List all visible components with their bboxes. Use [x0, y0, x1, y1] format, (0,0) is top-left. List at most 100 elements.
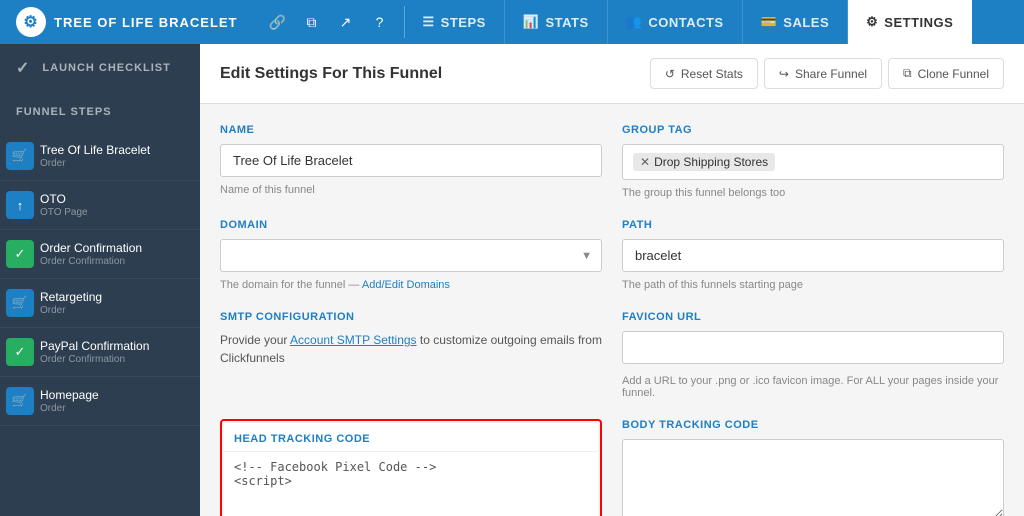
sidebar-item-icon-col: ↑: [0, 191, 40, 219]
app-logo: ⚙ TREE OF LIFE BRACELET: [0, 7, 254, 37]
sidebar-item-order-confirmation[interactable]: ✓ Order Confirmation Order Confirmation: [0, 230, 200, 279]
group-tag-box[interactable]: ✕ Drop Shipping Stores: [622, 144, 1004, 180]
share-icon: ↪: [779, 67, 789, 81]
funnel-steps-label: FUNNEL STEPS: [16, 106, 112, 118]
sidebar-item-oto[interactable]: ↑ OTO OTO Page: [0, 181, 200, 230]
tab-sales[interactable]: 💳 SALES: [743, 0, 849, 44]
path-hint: The path of this funnels starting page: [622, 279, 1004, 291]
smtp-section: SMTP CONFIGURATION Provide your Account …: [220, 311, 602, 399]
head-tracking-section: HEAD TRACKING CODE <!-- Facebook Pixel C…: [220, 419, 602, 516]
sidebar-item-tree-of-life[interactable]: 🛒 Tree Of Life Bracelet Order: [0, 132, 200, 181]
group-tag-section: GROUP TAG ✕ Drop Shipping Stores The gro…: [622, 124, 1004, 199]
body-tracking-label: BODY TRACKING CODE: [622, 419, 1004, 431]
stats-icon: 📊: [523, 14, 540, 30]
sidebar-item-sub: Order: [40, 305, 192, 316]
sidebar-item-name: Tree Of Life Bracelet: [40, 143, 192, 157]
share-funnel-label: Share Funnel: [795, 67, 867, 81]
favicon-hint: Add a URL to your .png or .ico favicon i…: [622, 375, 1004, 399]
external-link-icon-button[interactable]: ↗: [330, 6, 362, 38]
sidebar-item-name: Homepage: [40, 388, 192, 402]
sidebar-item-icon-col: 🛒: [0, 289, 40, 317]
share-funnel-button[interactable]: ↪ Share Funnel: [764, 58, 882, 89]
group-tag-hint: The group this funnel belongs too: [622, 187, 1004, 199]
contacts-icon: 👥: [626, 14, 643, 30]
tab-stats-label: STATS: [545, 15, 588, 30]
tag-chip: ✕ Drop Shipping Stores: [633, 153, 775, 171]
logo-gear-icon: ⚙: [16, 7, 46, 37]
domain-select[interactable]: [220, 239, 602, 272]
sidebar-item-icon-col: ✓: [0, 338, 40, 366]
content-header: Edit Settings For This Funnel ↺ Reset St…: [200, 44, 1024, 104]
tab-steps[interactable]: ☰ STEPS: [405, 0, 505, 44]
sidebar: ✓ LAUNCH CHECKLIST FUNNEL STEPS 🛒 Tree O…: [0, 44, 200, 516]
main-content: Edit Settings For This Funnel ↺ Reset St…: [200, 44, 1024, 516]
reset-stats-label: Reset Stats: [681, 67, 743, 81]
sidebar-item-sub: OTO Page: [40, 207, 192, 218]
domain-select-wrap: ▼: [220, 239, 602, 272]
reset-icon: ↺: [665, 67, 675, 81]
sidebar-item-homepage[interactable]: 🛒 Homepage Order: [0, 377, 200, 426]
name-hint: Name of this funnel: [220, 184, 602, 196]
quick-action-icons: 🔗 ⧉ ↗ ?: [254, 6, 405, 38]
domain-hint: The domain for the funnel — Add/Edit Dom…: [220, 279, 602, 291]
favicon-section: FAVICON URL Add a URL to your .png or .i…: [622, 311, 1004, 399]
sidebar-item-name: OTO: [40, 192, 192, 206]
smtp-settings-link[interactable]: Account SMTP Settings: [290, 333, 417, 347]
sidebar-item-sub: Order Confirmation: [40, 354, 192, 365]
tag-chip-label: Drop Shipping Stores: [654, 155, 768, 169]
sidebar-item-retargeting[interactable]: 🛒 Retargeting Order: [0, 279, 200, 328]
sidebar-item-text: Retargeting Order: [40, 290, 200, 316]
copy-icon-button[interactable]: ⧉: [296, 6, 328, 38]
check-icon: ✓: [6, 240, 34, 268]
group-tag-label: GROUP TAG: [622, 124, 1004, 136]
domain-section: DOMAIN ▼ The domain for the funnel — Add…: [220, 219, 602, 291]
top-navigation: ⚙ TREE OF LIFE BRACELET 🔗 ⧉ ↗ ? ☰ STEPS …: [0, 0, 1024, 44]
sidebar-item-text: PayPal Confirmation Order Confirmation: [40, 339, 200, 365]
head-tracking-inner: HEAD TRACKING CODE <!-- Facebook Pixel C…: [224, 423, 598, 516]
sidebar-item-paypal-confirmation[interactable]: ✓ PayPal Confirmation Order Confirmation: [0, 328, 200, 377]
sidebar-item-name: Retargeting: [40, 290, 192, 304]
name-input[interactable]: [220, 144, 602, 177]
launch-checklist-section[interactable]: ✓ LAUNCH CHECKLIST: [0, 44, 200, 92]
body-tracking-textarea[interactable]: [622, 439, 1004, 516]
tab-settings[interactable]: ⚙ SETTINGS: [848, 0, 972, 44]
header-actions: ↺ Reset Stats ↪ Share Funnel ⧉ Clone Fun…: [650, 58, 1004, 89]
name-label: NAME: [220, 124, 602, 136]
cart-icon: 🛒: [6, 289, 34, 317]
steps-icon: ☰: [423, 14, 435, 30]
clone-funnel-label: Clone Funnel: [918, 67, 989, 81]
settings-icon: ⚙: [866, 14, 878, 30]
link-icon-button[interactable]: 🔗: [262, 6, 294, 38]
tab-stats[interactable]: 📊 STATS: [505, 0, 608, 44]
sidebar-item-sub: Order: [40, 158, 192, 169]
sidebar-item-text: Tree Of Life Bracelet Order: [40, 143, 200, 169]
sidebar-item-icon-col: 🛒: [0, 387, 40, 415]
tab-contacts-label: CONTACTS: [648, 15, 723, 30]
clone-icon: ⧉: [903, 66, 912, 81]
clone-funnel-button[interactable]: ⧉ Clone Funnel: [888, 58, 1004, 89]
cart-icon: 🛒: [6, 387, 34, 415]
favicon-label: FAVICON URL: [622, 311, 1004, 323]
reset-stats-button[interactable]: ↺ Reset Stats: [650, 58, 758, 89]
tab-contacts[interactable]: 👥 CONTACTS: [608, 0, 743, 44]
tag-x-icon[interactable]: ✕: [640, 155, 650, 169]
sidebar-item-text: OTO OTO Page: [40, 192, 200, 218]
tab-steps-label: STEPS: [441, 15, 486, 30]
sales-icon: 💳: [761, 14, 778, 30]
sidebar-item-name: PayPal Confirmation: [40, 339, 192, 353]
favicon-input[interactable]: [622, 331, 1004, 364]
add-edit-domains-link[interactable]: Add/Edit Domains: [362, 279, 450, 291]
launch-checklist-label: LAUNCH CHECKLIST: [42, 62, 170, 74]
sidebar-item-name: Order Confirmation: [40, 241, 192, 255]
name-section: NAME Name of this funnel: [220, 124, 602, 199]
path-input[interactable]: [622, 239, 1004, 272]
sidebar-item-sub: Order: [40, 403, 192, 414]
help-icon-button[interactable]: ?: [364, 6, 396, 38]
cart-icon: 🛒: [6, 142, 34, 170]
content-title: Edit Settings For This Funnel: [220, 65, 442, 83]
sidebar-item-icon-col: ✓: [0, 240, 40, 268]
sidebar-item-text: Order Confirmation Order Confirmation: [40, 241, 200, 267]
sidebar-item-icon-col: 🛒: [0, 142, 40, 170]
path-section: PATH The path of this funnels starting p…: [622, 219, 1004, 291]
head-tracking-textarea[interactable]: <!-- Facebook Pixel Code --> <script>: [224, 451, 598, 516]
